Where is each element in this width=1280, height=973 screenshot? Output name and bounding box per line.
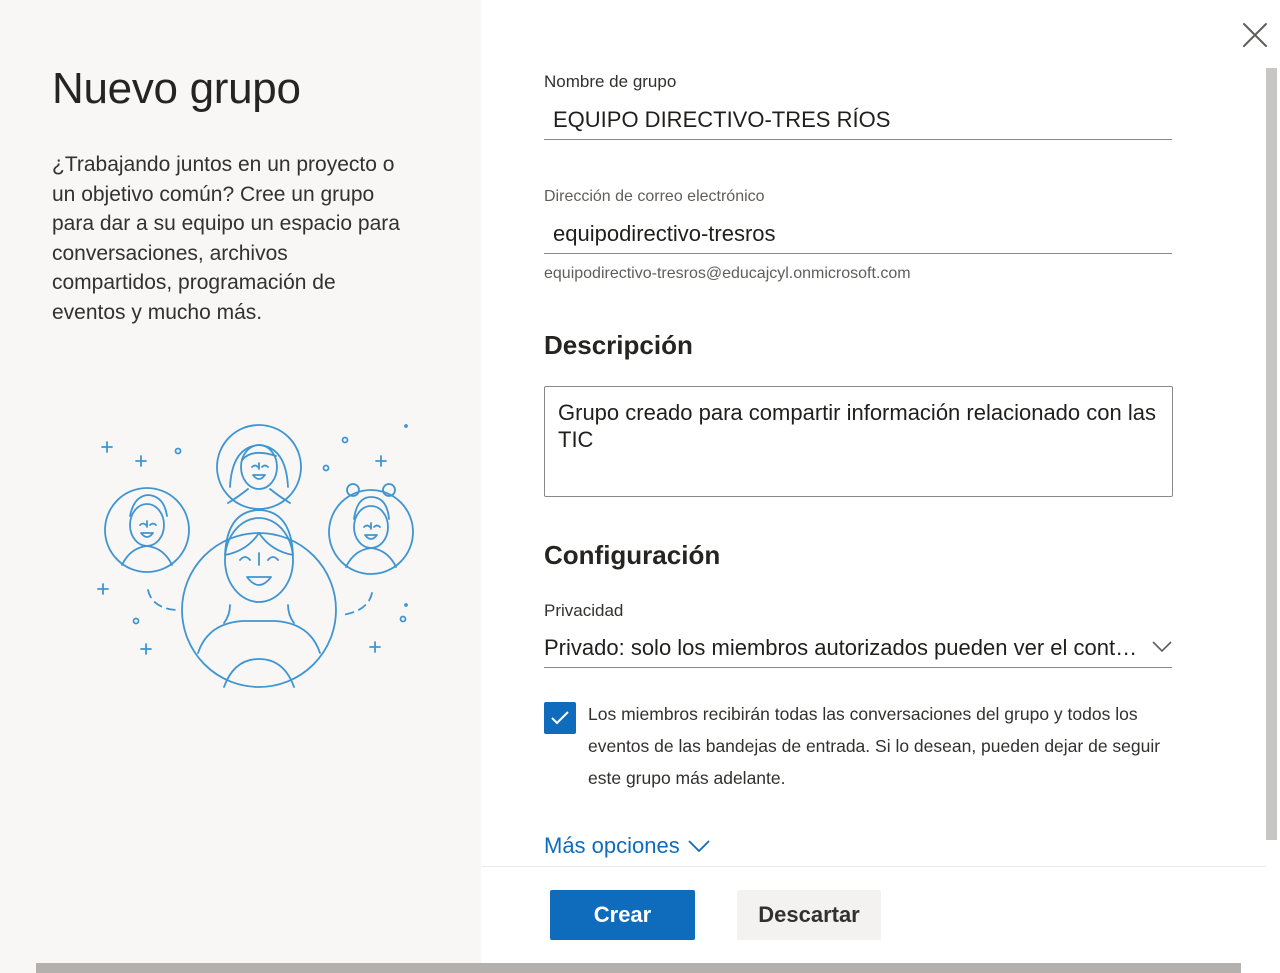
vertical-scrollbar[interactable] [1266,68,1277,840]
chevron-down-icon [1152,641,1172,653]
group-people-illustration [97,424,414,688]
close-button[interactable] [1238,18,1272,52]
subscribe-checkbox[interactable] [544,702,576,734]
privacy-selected-value: Privado: solo los miembros autorizados p… [544,635,1140,660]
page-title: Nuevo grupo [52,64,301,113]
description-heading: Descripción [544,330,693,360]
email-label: Dirección de correo electrónico [544,188,765,205]
subscribe-description: Los miembros recibirán todas las convers… [588,704,1161,788]
description-input[interactable]: Grupo creado para compartir información … [544,386,1173,497]
discard-button[interactable]: Descartar [737,890,881,940]
configuration-heading: Configuración [544,540,721,570]
intro-text: ¿Trabajando juntos en un proyecto o un o… [52,153,400,324]
intro-panel: Nuevo grupo ¿Trabajando juntos en un pro… [0,0,481,973]
privacy-label: Privacidad [544,601,624,620]
chevron-down-icon [688,840,710,852]
group-name-input[interactable] [544,100,1172,140]
footer-divider [481,866,1266,867]
more-options-label: Más opciones [544,833,680,858]
horizontal-scrollbar[interactable] [36,963,1241,973]
checkmark-icon [551,711,569,725]
email-input[interactable] [544,214,1172,254]
group-name-label: Nombre de grupo [544,72,677,91]
email-address-preview: equipodirectivo-tresros@educajcyl.onmicr… [544,265,911,282]
more-options-link[interactable]: Más opciones [544,833,710,859]
create-button[interactable]: Crear [550,890,695,940]
close-icon [1243,23,1267,47]
privacy-dropdown[interactable]: Privado: solo los miembros autorizados p… [544,630,1172,668]
